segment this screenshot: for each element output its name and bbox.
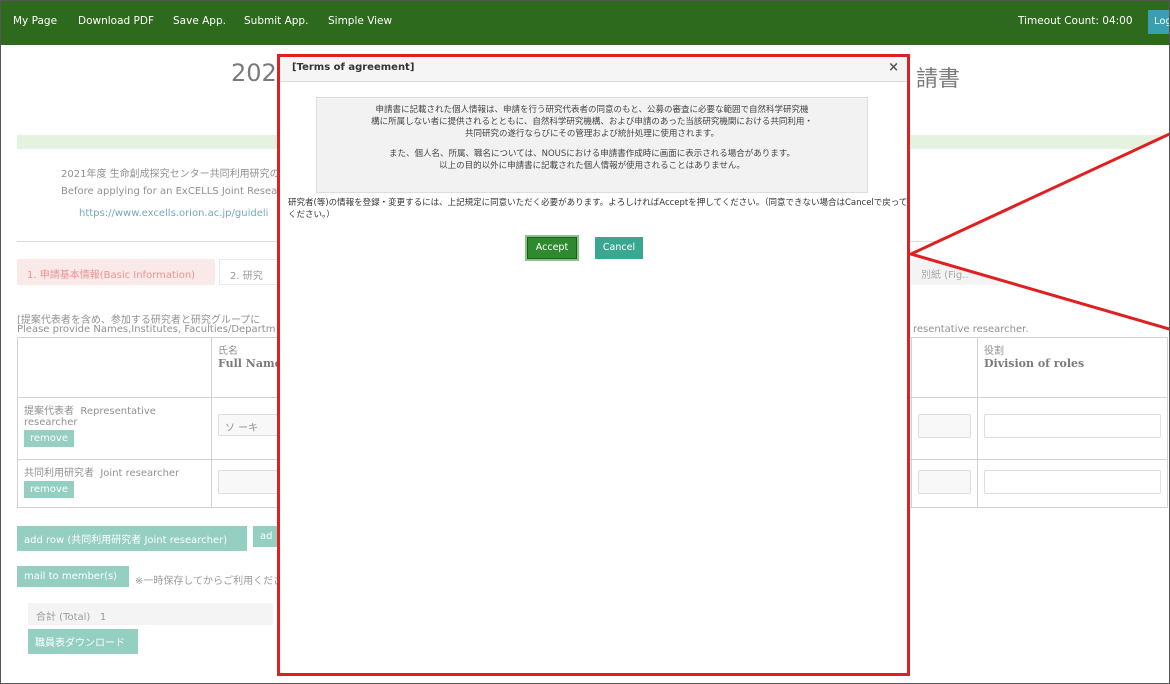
nav-my-page[interactable]: My Page: [13, 15, 57, 27]
close-icon[interactable]: ×: [888, 60, 899, 75]
terms-line: また、個人名、所属、職名については、NOUSにおける申請書作成時に画面に表示され…: [389, 149, 795, 159]
top-nav: My Page Download PDF Save App. Submit Ap…: [1, 1, 1169, 45]
nav-simple-view[interactable]: Simple View: [328, 15, 392, 27]
terms-line: 以上の目的以外に申請書に記載された個人情報が使用されることはありません。: [439, 161, 745, 171]
accept-button[interactable]: Accept: [527, 237, 577, 259]
terms-line: 共同研究の遂行ならびにその管理および統計処理に使用されます。: [465, 129, 719, 139]
terms-text-box: 申請書に記載された個人情報は、申請を行う研究代表者の同意のもと、公募の審査に必要…: [316, 97, 868, 193]
terms-line: 申請書に記載された個人情報は、申請を行う研究代表者の同意のもと、公募の審査に必要…: [375, 105, 809, 115]
terms-line: 構に所属しない者に提供されるとともに、自然科学研究機構、および申請のあった当該研…: [371, 117, 813, 127]
modal-title: [Terms of agreement]: [292, 62, 415, 73]
timeout-counter: Timeout Count: 04:00: [1018, 15, 1133, 27]
nav-save-app[interactable]: Save App.: [173, 15, 226, 27]
confirm-text: 研究者(等)の情報を登録・変更するには、上記規定に同意いただく必要があります。よ…: [288, 198, 908, 220]
app-window: My Page Download PDF Save App. Submit Ap…: [0, 0, 1170, 684]
modal-header: [Terms of agreement] ×: [280, 57, 907, 82]
logout-button[interactable]: Log: [1148, 10, 1169, 34]
nav-download-pdf[interactable]: Download PDF: [78, 15, 154, 27]
terms-modal: [Terms of agreement] × 申請書に記載された個人情報は、申請…: [277, 54, 910, 676]
nav-submit-app[interactable]: Submit App.: [244, 15, 308, 27]
cancel-button[interactable]: Cancel: [595, 237, 643, 259]
